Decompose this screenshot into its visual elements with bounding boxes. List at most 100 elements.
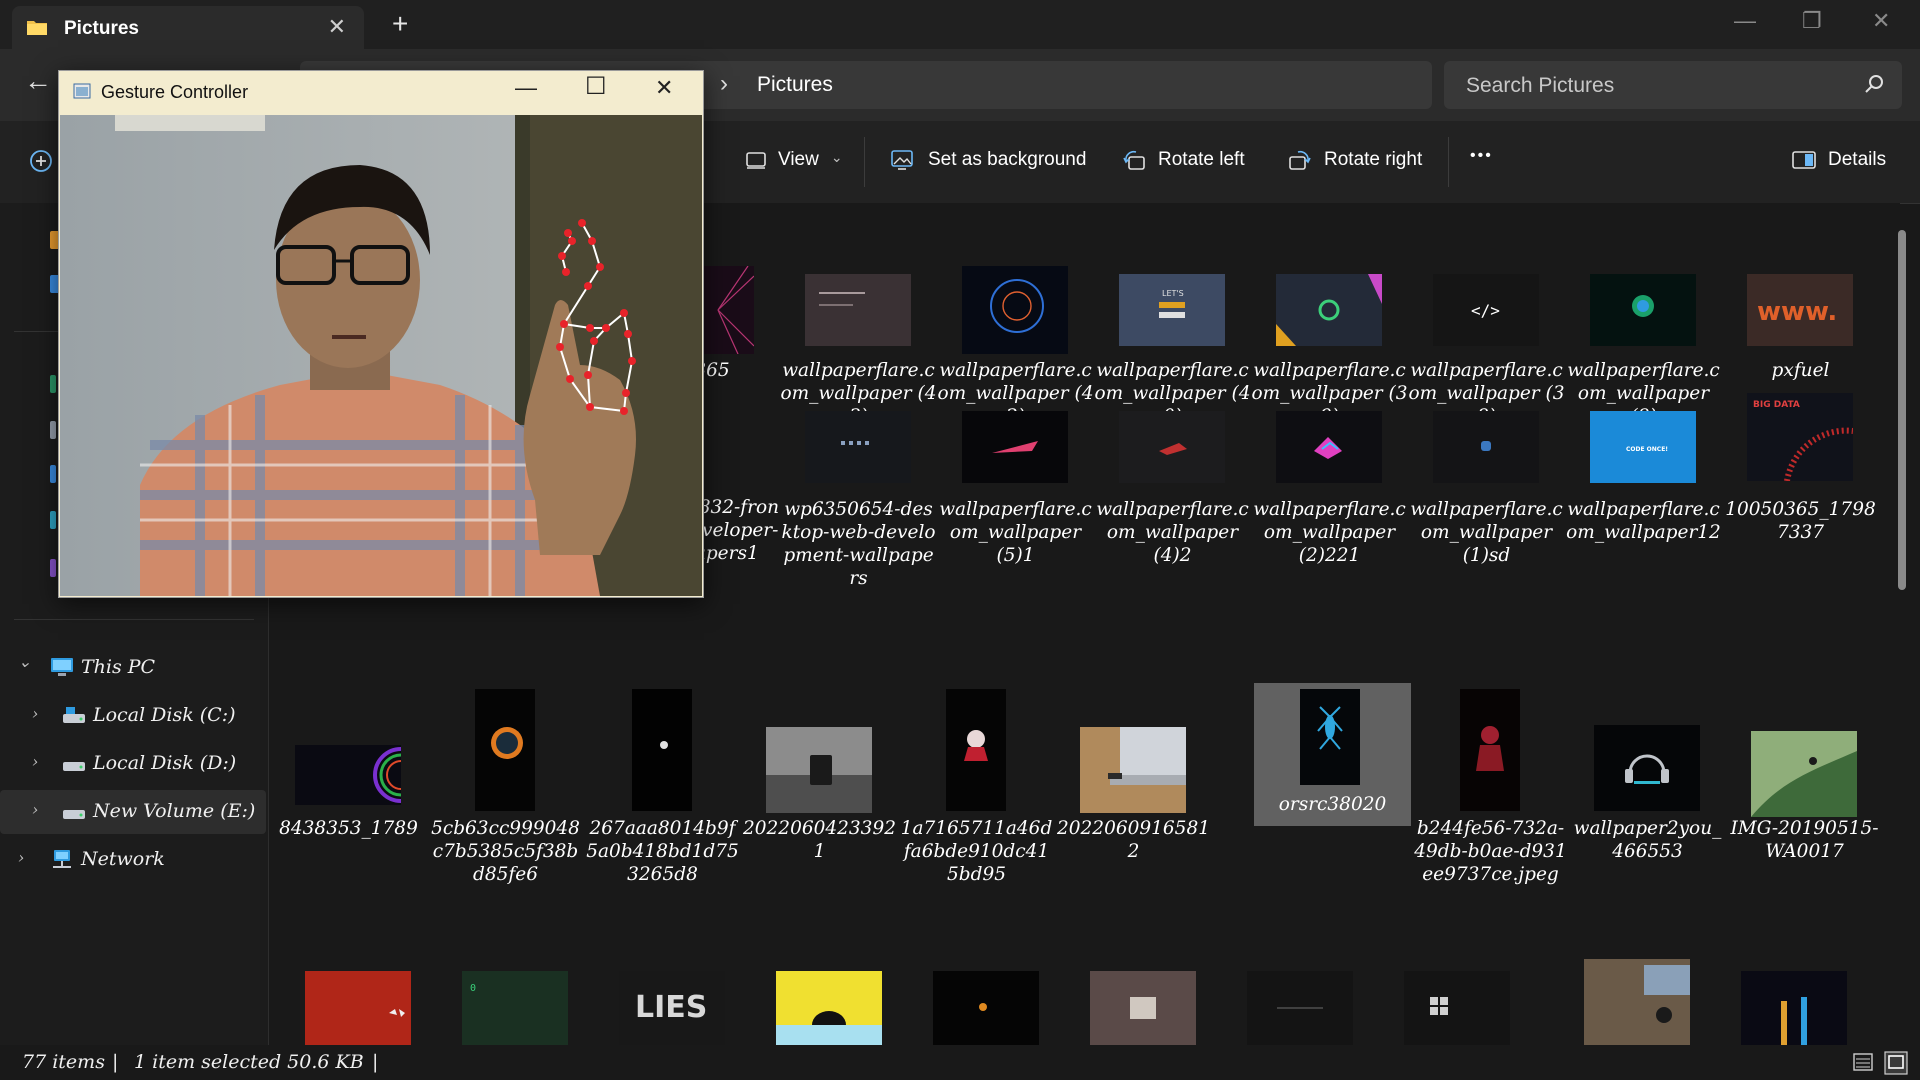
large-icons-view-icon[interactable] xyxy=(1884,1051,1908,1075)
image-thumbnail: CODE ONCE! xyxy=(1590,411,1696,483)
list-item[interactable]: wallpaper2you_466553 xyxy=(1569,683,1726,913)
pictures-icon[interactable] xyxy=(50,511,56,529)
restore-button[interactable]: ❐ xyxy=(1802,8,1822,34)
sidebar-item-new-volume-e[interactable]: › New Volume (E:) xyxy=(0,790,266,834)
minimize-button[interactable]: — xyxy=(1734,8,1756,34)
file-name: orsrc38020 xyxy=(1278,794,1387,815)
list-item[interactable]: </> wallpaperflare.com_wallpaper (38) xyxy=(1408,258,1565,427)
network-icon xyxy=(53,850,71,868)
chevron-right-icon[interactable]: › xyxy=(32,752,38,771)
downloads-icon[interactable] xyxy=(50,465,56,483)
chevron-right-icon[interactable]: › xyxy=(32,800,38,819)
thumb-text: CODE ONCE! xyxy=(1626,446,1668,453)
tab-pictures[interactable]: Pictures ✕ xyxy=(12,6,364,49)
list-item[interactable]: 1a7165711a46dfa6bde910dc415bd95 xyxy=(898,683,1055,913)
file-name: wallpaperflare.com_wallpaper (2)221 xyxy=(1253,499,1406,566)
list-item[interactable]: BIG DATA 10050365_17987337 xyxy=(1722,393,1879,603)
documents-icon[interactable] xyxy=(50,421,56,439)
set-as-background-button[interactable]: Set as background xyxy=(890,149,1086,171)
minimize-button[interactable]: — xyxy=(515,75,537,101)
image-thumbnail xyxy=(1594,725,1700,811)
list-item[interactable]: 20220604233921 xyxy=(741,683,898,913)
selection-info: 1 item selected 50.6 KB xyxy=(134,1051,364,1073)
image-thumbnail xyxy=(1741,971,1847,1045)
image-thumbnail: 0 xyxy=(462,971,568,1045)
vertical-scrollbar[interactable] xyxy=(1898,230,1906,590)
list-item[interactable]: wallpaperflare.com_wallpaper (43) xyxy=(780,258,937,427)
sidebar-item-this-pc[interactable]: ⌄ This PC xyxy=(0,646,266,690)
list-item[interactable]: IMG-20190515-WA0017 xyxy=(1726,683,1883,913)
list-item[interactable]: wp6350654-desktop-web-development-wallpa… xyxy=(780,403,937,623)
image-thumbnail: www. xyxy=(1747,274,1853,346)
new-tab-button[interactable]: + xyxy=(392,8,408,40)
view-label: View xyxy=(778,149,819,170)
list-item[interactable]: wallpaperflare.com_wallpaper (2)221 xyxy=(1251,403,1408,603)
list-item[interactable]: wallpaperflare.com_wallpaper (8) xyxy=(1565,258,1722,427)
image-thumbnail xyxy=(962,266,1068,354)
gesture-controller-window[interactable]: Gesture Controller — ☐ ✕ xyxy=(58,70,704,598)
search-icon[interactable] xyxy=(1864,73,1886,95)
file-name: 20220604233921 xyxy=(742,818,896,862)
chevron-right-icon[interactable]: › xyxy=(18,848,24,867)
list-item[interactable]: wallpaperflare.com_wallpaper (39) xyxy=(1251,258,1408,427)
more-options-button[interactable]: ••• xyxy=(1470,147,1493,165)
close-window-button[interactable]: ✕ xyxy=(1872,8,1890,34)
new-item-icon[interactable] xyxy=(30,150,52,172)
rotate-left-button[interactable]: Rotate left xyxy=(1122,149,1245,171)
details-view-icon[interactable] xyxy=(1852,1051,1874,1073)
drive-icon xyxy=(63,707,85,723)
file-name: wallpaperflare.com_wallpaper (4)2 xyxy=(1096,499,1249,566)
image-thumbnail xyxy=(1300,689,1360,785)
list-item[interactable]: wallpaperflare.com_wallpaper (42) xyxy=(937,258,1094,427)
image-thumbnail: BIG DATA xyxy=(1747,393,1853,481)
image-thumbnail xyxy=(776,971,882,1045)
tab-close-icon[interactable]: ✕ xyxy=(328,14,346,40)
image-thumbnail xyxy=(632,689,692,811)
chevron-down-icon[interactable]: ⌄ xyxy=(18,652,31,671)
back-button[interactable]: ← xyxy=(24,65,52,97)
list-item[interactable]: b244fe56-732a-49db-b0ae-d931ee9737ce.jpe… xyxy=(1412,683,1569,913)
image-thumbnail xyxy=(1751,731,1857,817)
set-as-background-label: Set as background xyxy=(928,149,1087,170)
maximize-button[interactable]: ☐ xyxy=(585,72,607,101)
file-name: 5cb63cc999048c7b5385c5f38bd85fe6 xyxy=(431,818,580,885)
status-bar: 77 items | 1 item selected 50.6 KB | xyxy=(0,1045,1920,1080)
sidebar-item-network[interactable]: › Network xyxy=(0,838,266,882)
list-item[interactable]: 267aaa8014b9f5a0b418bd1d753265d8 xyxy=(584,683,741,913)
drive-icon xyxy=(63,810,85,819)
image-thumbnail xyxy=(295,745,401,805)
image-thumbnail xyxy=(305,971,411,1045)
file-name: wallpaperflare.com_wallpaper (5)1 xyxy=(939,499,1092,566)
list-item[interactable]: wallpaperflare.com_wallpaper (5)1 xyxy=(937,403,1094,603)
details-label: Details xyxy=(1828,149,1887,170)
list-item[interactable]: wallpaperflare.com_wallpaper (4)2 xyxy=(1094,403,1251,603)
rotate-left-icon xyxy=(1123,150,1145,170)
videos-icon[interactable] xyxy=(50,559,56,577)
sidebar-item-local-disk-c[interactable]: › Local Disk (C:) xyxy=(0,694,266,738)
chevron-right-icon[interactable]: › xyxy=(32,704,38,723)
sidebar-item-label: New Volume (E:) xyxy=(93,800,256,822)
sidebar-item-local-disk-d[interactable]: › Local Disk (D:) xyxy=(0,742,266,786)
list-item[interactable]: CODE ONCE! wallpaperflare.com_wallpaper1… xyxy=(1565,403,1722,603)
view-button[interactable]: View ⌄ xyxy=(746,149,843,171)
rotate-right-label: Rotate right xyxy=(1324,149,1423,170)
breadcrumb-pictures[interactable]: Pictures xyxy=(757,73,833,97)
list-item[interactable]: wallpaperflare.com_wallpaper (1)sd xyxy=(1408,403,1565,603)
list-item[interactable]: 5cb63cc999048c7b5385c5f38bd85fe6 xyxy=(427,683,584,913)
rotate-right-button[interactable]: Rotate right xyxy=(1288,149,1422,171)
image-thumbnail xyxy=(805,274,911,346)
image-thumbnail xyxy=(1584,959,1690,1045)
list-item-selected[interactable]: orsrc38020 xyxy=(1254,683,1411,826)
list-item[interactable]: 20220609165812 xyxy=(1055,683,1212,913)
close-button[interactable]: ✕ xyxy=(655,75,673,101)
list-item[interactable]: LET'S wallpaperflare.com_wallpaper (40) xyxy=(1094,258,1251,427)
quick-access-icon[interactable] xyxy=(50,375,56,393)
details-button[interactable]: Details xyxy=(1792,149,1886,171)
list-item[interactable]: 8438353_1789 xyxy=(270,683,427,913)
file-name: wp6350654-desktop-web-development-wallpa… xyxy=(781,499,936,589)
breadcrumb-chevron-icon[interactable]: › xyxy=(720,70,728,98)
computer-icon xyxy=(51,658,73,676)
folder-icon xyxy=(27,21,47,35)
search-input[interactable]: Search Pictures xyxy=(1444,61,1902,109)
status-divider: | xyxy=(372,1051,379,1073)
